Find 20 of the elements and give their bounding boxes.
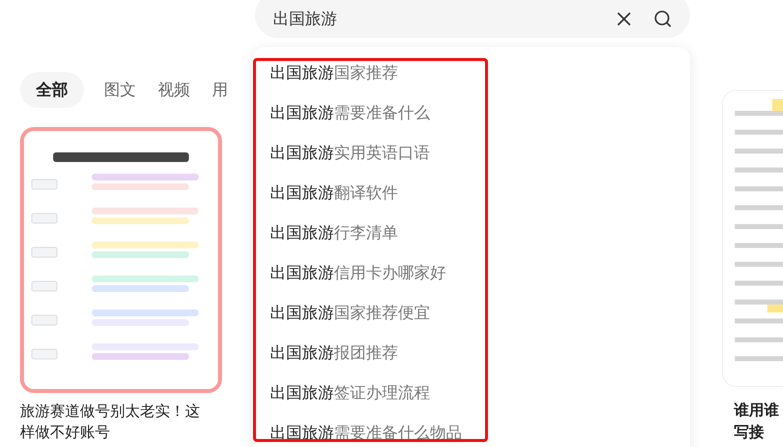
suggestion-item[interactable]: 出国旅游信用卡办哪家好	[270, 253, 673, 293]
suggestion-item[interactable]: 出国旅游报团推荐	[270, 333, 673, 373]
suggestion-item[interactable]: 出国旅游需要准备什么	[270, 93, 673, 133]
suggestion-item[interactable]: 出国旅游国家推荐便宜	[270, 293, 673, 333]
tab[interactable]: 用	[210, 72, 230, 108]
card-title[interactable]: 写接	[734, 421, 783, 443]
suggestion-item[interactable]: 出国旅游实用英语口语	[270, 133, 673, 173]
close-icon[interactable]	[616, 11, 632, 27]
tab[interactable]: 图文	[102, 72, 138, 108]
suggestion-item[interactable]: 出国旅游翻译软件	[270, 173, 673, 213]
search-field[interactable]: 出国旅游	[255, 0, 690, 38]
tab[interactable]: 视频	[156, 72, 192, 108]
card-title[interactable]: 旅游赛道做号别太老实！这样做不好账号	[20, 401, 210, 443]
suggestion-item[interactable]: 出国旅游行李清单	[270, 213, 673, 253]
card-title[interactable]: 谁用谁	[734, 399, 783, 421]
tab[interactable]: 全部	[20, 72, 84, 108]
search-text: 出国旅游	[273, 8, 338, 30]
suggestion-item[interactable]: 出国旅游国家推荐	[270, 53, 673, 93]
search-icon[interactable]	[654, 10, 672, 28]
suggestion-item[interactable]: 出国旅游签证办理流程	[270, 373, 673, 413]
